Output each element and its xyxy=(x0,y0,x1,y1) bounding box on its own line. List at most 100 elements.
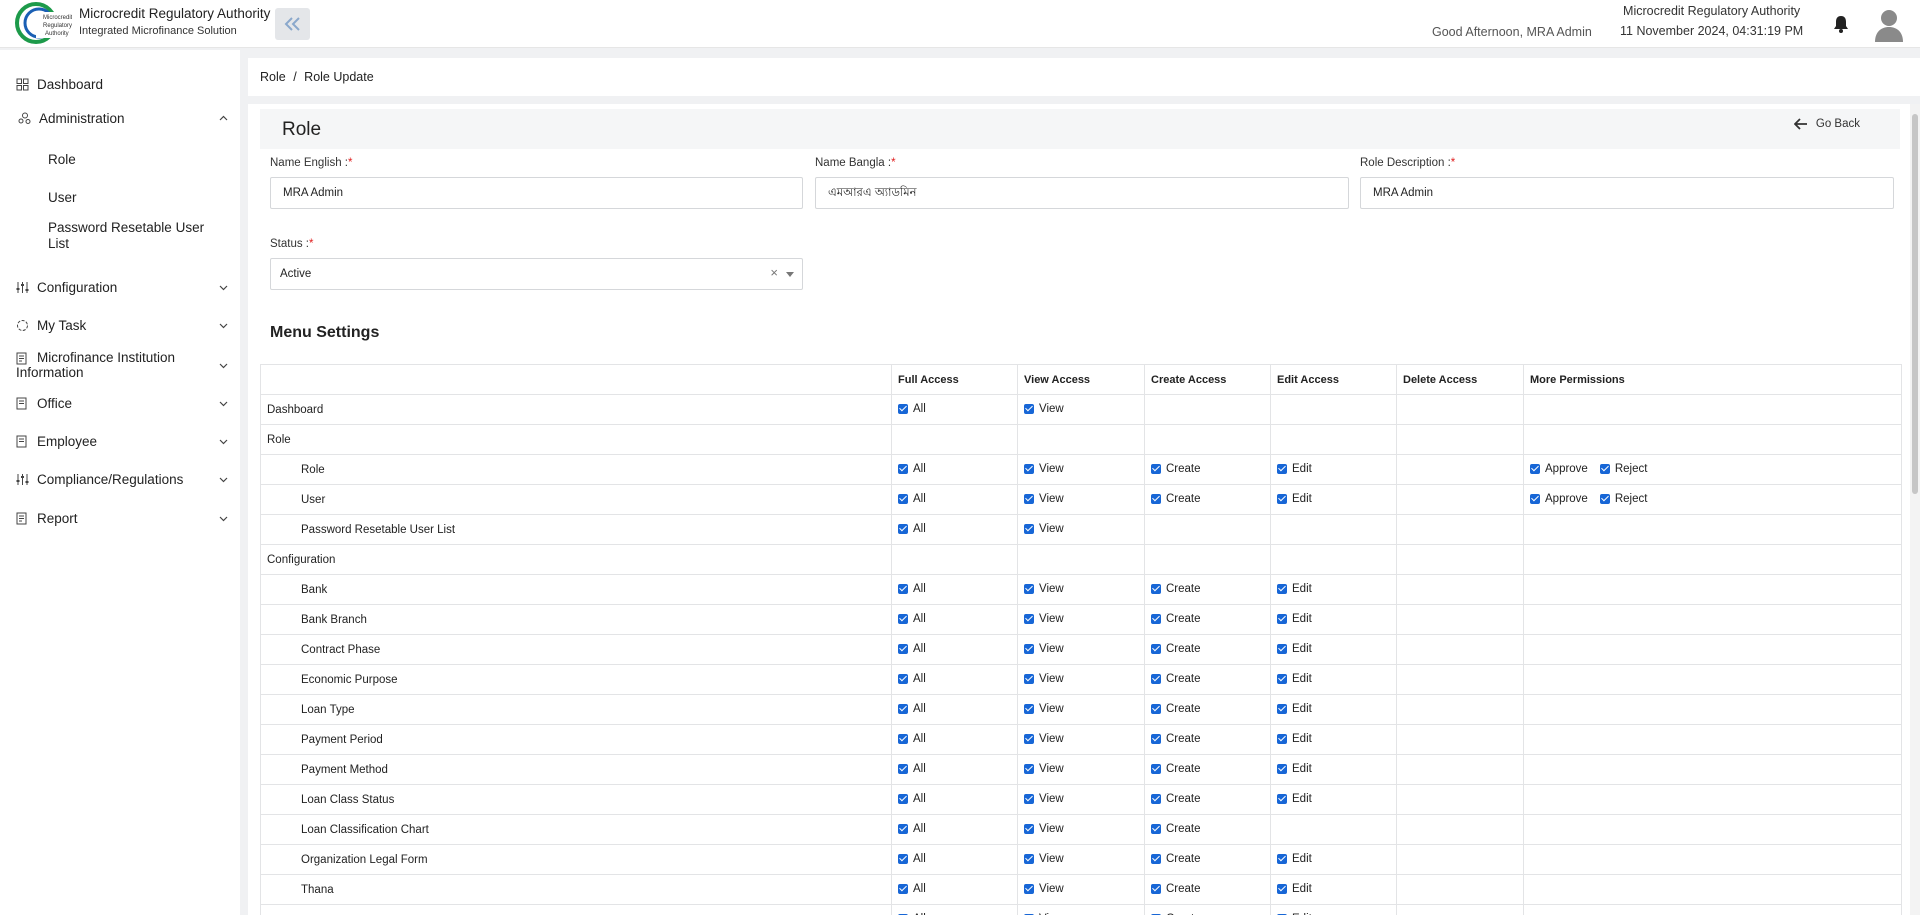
full-access-checkbox[interactable]: All xyxy=(898,823,926,835)
checkbox-checked-icon[interactable] xyxy=(1277,703,1287,714)
sidebar-subitem-user[interactable]: User xyxy=(48,190,77,206)
checkbox-checked-icon[interactable] xyxy=(1024,853,1034,864)
name-english-input[interactable] xyxy=(270,177,803,209)
view-access-checkbox[interactable]: View xyxy=(1024,583,1064,595)
checkbox-checked-icon[interactable] xyxy=(1024,883,1034,894)
view-access-checkbox[interactable]: View xyxy=(1024,703,1064,715)
more-permission-checkbox[interactable]: Reject xyxy=(1599,493,1647,505)
checkbox-checked-icon[interactable] xyxy=(1151,853,1161,864)
collapse-sidebar-button[interactable] xyxy=(275,8,310,40)
checkbox-checked-icon[interactable] xyxy=(898,493,908,504)
view-access-checkbox[interactable]: View xyxy=(1024,733,1064,745)
full-access-checkbox[interactable]: All xyxy=(898,703,926,715)
checkbox-checked-icon[interactable] xyxy=(898,733,908,744)
view-access-checkbox[interactable]: View xyxy=(1024,853,1064,865)
create-access-checkbox[interactable]: Create xyxy=(1151,493,1201,505)
create-access-checkbox[interactable]: Create xyxy=(1151,853,1201,865)
checkbox-checked-icon[interactable] xyxy=(1024,613,1034,624)
view-access-checkbox[interactable]: View xyxy=(1024,823,1064,835)
full-access-checkbox[interactable]: All xyxy=(898,493,926,505)
name-bangla-input[interactable] xyxy=(815,177,1349,209)
checkbox-checked-icon[interactable] xyxy=(898,673,908,684)
full-access-checkbox[interactable]: All xyxy=(898,643,926,655)
checkbox-checked-icon[interactable] xyxy=(1151,493,1161,504)
checkbox-checked-icon[interactable] xyxy=(1277,853,1287,864)
view-access-checkbox[interactable]: View xyxy=(1024,613,1064,625)
create-access-checkbox[interactable]: Create xyxy=(1151,613,1201,625)
checkbox-checked-icon[interactable] xyxy=(1151,613,1161,624)
edit-access-checkbox[interactable]: Edit xyxy=(1277,613,1312,625)
view-access-checkbox[interactable]: View xyxy=(1024,493,1064,505)
mra-logo[interactable]: Microcredit Regulatory Authority xyxy=(14,2,73,44)
checkbox-checked-icon[interactable] xyxy=(898,793,908,804)
sidebar-item-my-task[interactable]: My Task xyxy=(0,316,240,334)
sidebar-item-office[interactable]: Office xyxy=(0,394,240,412)
edit-access-checkbox[interactable]: Edit xyxy=(1277,673,1312,685)
create-access-checkbox[interactable]: Create xyxy=(1151,703,1201,715)
checkbox-checked-icon[interactable] xyxy=(1024,403,1034,414)
edit-access-checkbox[interactable]: Edit xyxy=(1277,643,1312,655)
sidebar-subitem-password-resetable-user-list[interactable]: Password Resetable User List xyxy=(48,220,208,252)
checkbox-checked-icon[interactable] xyxy=(1151,823,1161,834)
checkbox-checked-icon[interactable] xyxy=(1024,733,1034,744)
checkbox-checked-icon[interactable] xyxy=(1024,703,1034,714)
checkbox-checked-icon[interactable] xyxy=(1530,493,1540,504)
role-description-input[interactable] xyxy=(1360,177,1894,209)
checkbox-checked-icon[interactable] xyxy=(898,463,908,474)
sidebar-item-administration[interactable]: Administration xyxy=(0,109,240,127)
go-back-button[interactable]: Go Back xyxy=(1793,118,1860,130)
create-access-checkbox[interactable]: Create xyxy=(1151,823,1201,835)
create-access-checkbox[interactable]: Create xyxy=(1151,793,1201,805)
checkbox-checked-icon[interactable] xyxy=(898,403,908,414)
edit-access-checkbox[interactable]: Edit xyxy=(1277,493,1312,505)
checkbox-checked-icon[interactable] xyxy=(1277,793,1287,804)
checkbox-checked-icon[interactable] xyxy=(898,883,908,894)
full-access-checkbox[interactable]: All xyxy=(898,463,926,475)
checkbox-checked-icon[interactable] xyxy=(1151,643,1161,654)
checkbox-checked-icon[interactable] xyxy=(1277,493,1287,504)
checkbox-checked-icon[interactable] xyxy=(898,643,908,654)
caret-down-icon[interactable] xyxy=(786,272,794,277)
full-access-checkbox[interactable]: All xyxy=(898,763,926,775)
checkbox-checked-icon[interactable] xyxy=(1151,733,1161,744)
scrollbar-thumb[interactable] xyxy=(1912,114,1918,494)
checkbox-checked-icon[interactable] xyxy=(1024,523,1034,534)
checkbox-checked-icon[interactable] xyxy=(898,823,908,834)
view-access-checkbox[interactable]: View xyxy=(1024,763,1064,775)
checkbox-checked-icon[interactable] xyxy=(1530,463,1540,474)
status-select[interactable]: Active × xyxy=(270,258,803,290)
checkbox-checked-icon[interactable] xyxy=(1277,883,1287,894)
sidebar-subitem-role[interactable]: Role xyxy=(48,152,76,168)
checkbox-checked-icon[interactable] xyxy=(1151,673,1161,684)
checkbox-checked-icon[interactable] xyxy=(898,853,908,864)
checkbox-checked-icon[interactable] xyxy=(898,703,908,714)
checkbox-checked-icon[interactable] xyxy=(1024,673,1034,684)
full-access-checkbox[interactable]: All xyxy=(898,613,926,625)
create-access-checkbox[interactable]: Create xyxy=(1151,883,1201,895)
checkbox-checked-icon[interactable] xyxy=(1024,493,1034,504)
breadcrumb-role-link[interactable]: Role xyxy=(260,70,286,84)
more-permission-checkbox[interactable]: Approve xyxy=(1530,463,1588,475)
checkbox-checked-icon[interactable] xyxy=(1277,733,1287,744)
edit-access-checkbox[interactable]: Edit xyxy=(1277,703,1312,715)
edit-access-checkbox[interactable]: Edit xyxy=(1277,733,1312,745)
checkbox-checked-icon[interactable] xyxy=(1277,583,1287,594)
checkbox-checked-icon[interactable] xyxy=(1151,583,1161,594)
checkbox-checked-icon[interactable] xyxy=(1599,463,1610,474)
create-access-checkbox[interactable]: Create xyxy=(1151,733,1201,745)
checkbox-checked-icon[interactable] xyxy=(1151,763,1161,774)
create-access-checkbox[interactable]: Create xyxy=(1151,463,1201,475)
edit-access-checkbox[interactable]: Edit xyxy=(1277,883,1312,895)
checkbox-checked-icon[interactable] xyxy=(1599,493,1610,504)
user-avatar-icon[interactable] xyxy=(1874,8,1904,42)
sidebar-item-employee[interactable]: Employee xyxy=(0,432,240,450)
full-access-checkbox[interactable]: All xyxy=(898,523,926,535)
checkbox-checked-icon[interactable] xyxy=(1024,463,1034,474)
checkbox-checked-icon[interactable] xyxy=(1151,703,1161,714)
view-access-checkbox[interactable]: View xyxy=(1024,793,1064,805)
edit-access-checkbox[interactable]: Edit xyxy=(1277,763,1312,775)
checkbox-checked-icon[interactable] xyxy=(898,583,908,594)
checkbox-checked-icon[interactable] xyxy=(898,763,908,774)
checkbox-checked-icon[interactable] xyxy=(1277,463,1287,474)
full-access-checkbox[interactable]: All xyxy=(898,583,926,595)
